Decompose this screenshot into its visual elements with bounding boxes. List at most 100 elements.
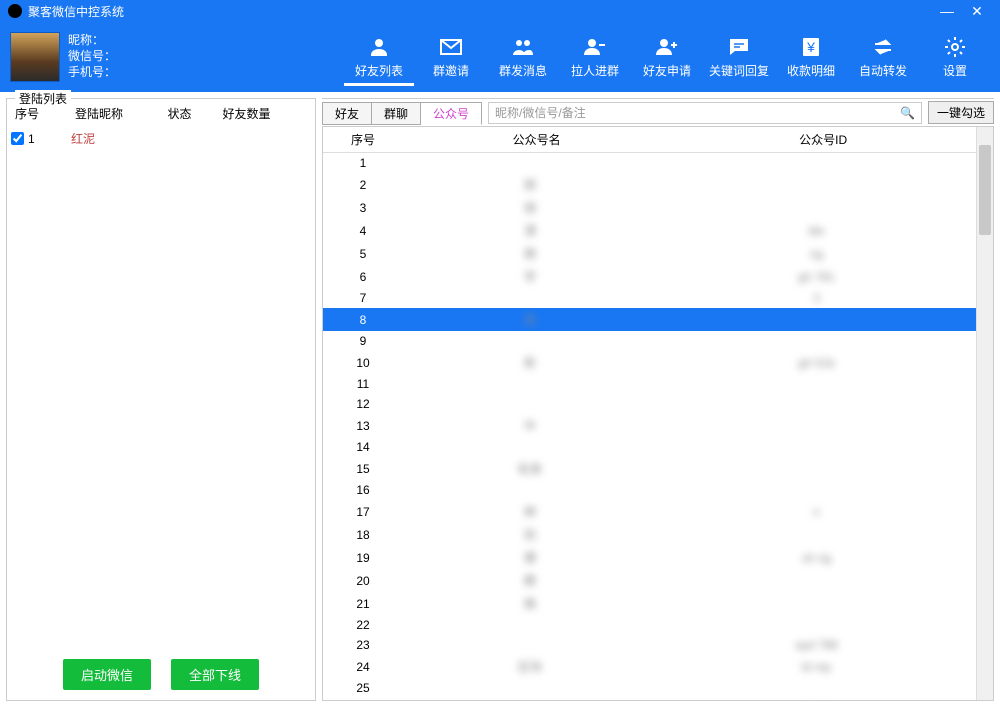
cell-name <box>403 331 670 351</box>
table-row[interactable]: 8目 <box>323 308 976 331</box>
tab-group-chat[interactable]: 群聊 <box>372 102 421 125</box>
cell-name: 别 <box>403 523 670 546</box>
nick-label: 昵称： <box>68 32 116 48</box>
table-row[interactable]: 7 3 <box>323 288 976 308</box>
table-row[interactable]: 14 <box>323 437 976 457</box>
cny-icon: ¥ <box>776 32 846 62</box>
login-row[interactable]: 1 红泥 <box>7 128 315 149</box>
cell-num: 1 <box>323 153 403 174</box>
cell-num: 20 <box>323 569 403 592</box>
th-name[interactable]: 公众号名 <box>403 127 670 153</box>
table-row[interactable]: 2朋 <box>323 173 976 196</box>
search-placeholder: 昵称/微信号/备注 <box>495 104 586 121</box>
cell-id <box>670 569 976 592</box>
cell-id: spd 788 <box>670 635 976 655</box>
cell-id <box>670 457 976 480</box>
cell-num: 17 <box>323 500 403 523</box>
table-row[interactable]: 23 spd 788 <box>323 635 976 655</box>
table-row[interactable]: 12 <box>323 394 976 414</box>
col-status-header: 状态 <box>164 105 219 122</box>
table-row[interactable]: 17绅 n <box>323 500 976 523</box>
cell-name <box>403 394 670 414</box>
table-row[interactable]: 21微 <box>323 592 976 615</box>
cell-name: 爆 <box>403 546 670 569</box>
login-row-checkbox[interactable] <box>11 132 24 145</box>
nav-auto-forward[interactable]: 自动转发 <box>848 28 918 86</box>
cell-num: 24 <box>323 655 403 678</box>
login-list-title: 登陆列表 <box>15 90 71 107</box>
nav-bar: 好友列表 群邀请 群发消息 拉人进群 好友申请 关键词回复 ¥ 收款明细 自动转 <box>116 28 990 86</box>
cell-num: 11 <box>323 374 403 394</box>
table-row[interactable]: 19爆 sh ng <box>323 546 976 569</box>
cell-num: 6 <box>323 265 403 288</box>
cell-name: 朋 <box>403 173 670 196</box>
nav-keyword-reply[interactable]: 关键词回复 <box>704 28 774 86</box>
table-row[interactable]: 1 <box>323 153 976 174</box>
scroll-thumb[interactable] <box>979 145 991 235</box>
nav-friend-request[interactable]: 好友申请 <box>632 28 702 86</box>
th-num[interactable]: 序号 <box>323 127 403 153</box>
select-all-button[interactable]: 一键勾选 <box>928 101 994 124</box>
tab-official[interactable]: 公众号 <box>421 102 482 125</box>
table-row[interactable]: 3骑 <box>323 196 976 219</box>
cell-id <box>670 196 976 219</box>
table-row[interactable]: 24区块 bl mp <box>323 655 976 678</box>
table-row[interactable]: 13中 <box>323 414 976 437</box>
cell-name <box>403 615 670 635</box>
cell-id <box>670 331 976 351</box>
cell-num: 5 <box>323 242 403 265</box>
table-row[interactable]: 4漂 ttle <box>323 219 976 242</box>
cell-id <box>670 523 976 546</box>
minimize-button[interactable]: — <box>932 3 962 19</box>
close-button[interactable]: ✕ <box>962 3 992 20</box>
vertical-scrollbar[interactable] <box>976 127 993 700</box>
cell-name <box>403 635 670 655</box>
table-row[interactable]: 11 <box>323 374 976 394</box>
cell-id: n <box>670 500 976 523</box>
table-row[interactable]: 6学 gh 781 <box>323 265 976 288</box>
tab-friend[interactable]: 好友 <box>322 102 372 125</box>
cell-name: 学 <box>403 265 670 288</box>
start-wechat-button[interactable]: 启动微信 <box>63 659 151 690</box>
cell-id <box>670 308 976 331</box>
table-row[interactable]: 18别 <box>323 523 976 546</box>
cell-name: 微 <box>403 242 670 265</box>
cell-num: 25 <box>323 678 403 698</box>
search-input[interactable]: 昵称/微信号/备注 🔍 <box>488 102 922 124</box>
cell-name <box>403 153 670 174</box>
cell-name <box>403 678 670 698</box>
cell-num: 19 <box>323 546 403 569</box>
table-row[interactable]: 22 <box>323 615 976 635</box>
table-row[interactable]: 10新 gh 51b <box>323 351 976 374</box>
col-count-header: 好友数量 <box>219 105 312 122</box>
nav-settings[interactable]: 设置 <box>920 28 990 86</box>
cell-num: 9 <box>323 331 403 351</box>
table-row[interactable]: 25 <box>323 678 976 698</box>
table-row[interactable]: 15松身 <box>323 457 976 480</box>
sync-icon <box>848 32 918 62</box>
nav-payment-detail[interactable]: ¥ 收款明细 <box>776 28 846 86</box>
table-row[interactable]: 20腾 <box>323 569 976 592</box>
cell-num: 26 <box>323 698 403 700</box>
nav-group-invite[interactable]: 群邀请 <box>416 28 486 86</box>
app-icon <box>8 4 22 18</box>
cell-id: gh 781 <box>670 265 976 288</box>
app-title: 聚客微信中控系统 <box>28 3 932 20</box>
nav-friend-list[interactable]: 好友列表 <box>344 28 414 86</box>
wechat-label: 微信号： <box>68 48 116 64</box>
nav-pull-group[interactable]: 拉人进群 <box>560 28 630 86</box>
table-row[interactable]: 9 <box>323 331 976 351</box>
table-row[interactable]: 16 <box>323 480 976 500</box>
search-icon: 🔍 <box>900 106 915 120</box>
table-row[interactable]: 26 wp x <box>323 698 976 700</box>
cell-num: 13 <box>323 414 403 437</box>
all-offline-button[interactable]: 全部下线 <box>171 659 259 690</box>
col-nick-header: 登陆昵称 <box>71 105 164 122</box>
cell-id <box>670 394 976 414</box>
table-row[interactable]: 5微 ng <box>323 242 976 265</box>
cell-id: sh ng <box>670 546 976 569</box>
nav-mass-send[interactable]: 群发消息 <box>488 28 558 86</box>
th-id[interactable]: 公众号ID <box>670 127 976 153</box>
user-plus-icon <box>632 32 702 62</box>
cell-num: 4 <box>323 219 403 242</box>
